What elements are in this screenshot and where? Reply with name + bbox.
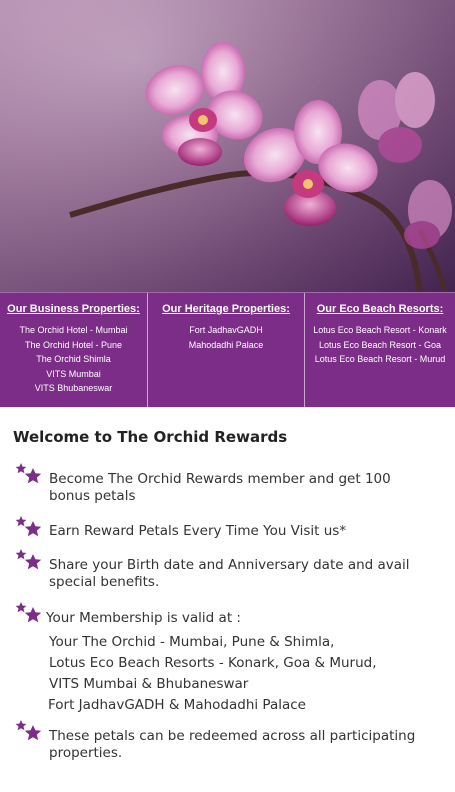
property-link[interactable]: Lotus Eco Beach Resort - Murud bbox=[305, 352, 455, 367]
column-heading: Our Business Properties: bbox=[7, 303, 140, 315]
properties-band: Our Business Properties: The Orchid Hote… bbox=[0, 292, 455, 407]
bullet-line: bonus petals bbox=[49, 488, 136, 504]
property-link[interactable]: The Orchid Shimla bbox=[0, 352, 147, 367]
heritage-properties-column: Our Heritage Properties: Fort JadhavGADH… bbox=[148, 293, 305, 407]
property-link[interactable]: Lotus Eco Beach Resort - Goa bbox=[305, 338, 455, 353]
bullet-line: properties. bbox=[49, 745, 123, 761]
property-link[interactable]: VITS Mumbai bbox=[0, 367, 147, 382]
orchid-photo bbox=[0, 0, 455, 292]
property-link[interactable]: VITS Bhubaneswar bbox=[0, 381, 147, 396]
property-link[interactable]: The Orchid Hotel - Pune bbox=[0, 338, 147, 353]
orchid-hero-image bbox=[0, 0, 455, 292]
property-link[interactable]: Fort JadhavGADH bbox=[148, 323, 304, 338]
membership-property: Your The Orchid - Mumbai, Pune & Shimla, bbox=[49, 634, 335, 650]
welcome-title: Welcome to The Orchid Rewards bbox=[13, 428, 288, 446]
business-properties-column: Our Business Properties: The Orchid Hote… bbox=[0, 293, 148, 407]
column-heading: Our Eco Beach Resorts: bbox=[316, 303, 444, 315]
double-star-icon bbox=[15, 549, 42, 570]
bullet-line: special benefits. bbox=[49, 574, 160, 590]
bullet-line: These petals can be redeemed across all … bbox=[49, 728, 416, 744]
membership-property: Fort JadhavGADH & Mahodadhi Palace bbox=[48, 697, 306, 713]
double-star-icon bbox=[15, 602, 42, 623]
double-star-icon bbox=[15, 516, 42, 537]
bullet-line: Share your Birth date and Anniversary da… bbox=[49, 557, 410, 573]
membership-property: VITS Mumbai & Bhubaneswar bbox=[49, 676, 249, 692]
bullet-line: Become The Orchid Rewards member and get… bbox=[49, 471, 391, 487]
membership-property: Lotus Eco Beach Resorts - Konark, Goa & … bbox=[49, 655, 377, 671]
property-link[interactable]: Mahodadhi Palace bbox=[148, 338, 304, 353]
bullet-line: Your Membership is valid at : bbox=[46, 610, 241, 626]
property-link[interactable]: Lotus Eco Beach Resort - Konark bbox=[305, 323, 455, 338]
double-star-icon bbox=[15, 720, 42, 741]
bullet-line: Earn Reward Petals Every Time You Visit … bbox=[49, 523, 347, 539]
column-heading: Our Heritage Properties: bbox=[162, 303, 290, 315]
double-star-icon bbox=[15, 463, 42, 484]
property-link[interactable]: The Orchid Hotel - Mumbai bbox=[0, 323, 147, 338]
eco-beach-resorts-column: Our Eco Beach Resorts: Lotus Eco Beach R… bbox=[305, 293, 455, 407]
